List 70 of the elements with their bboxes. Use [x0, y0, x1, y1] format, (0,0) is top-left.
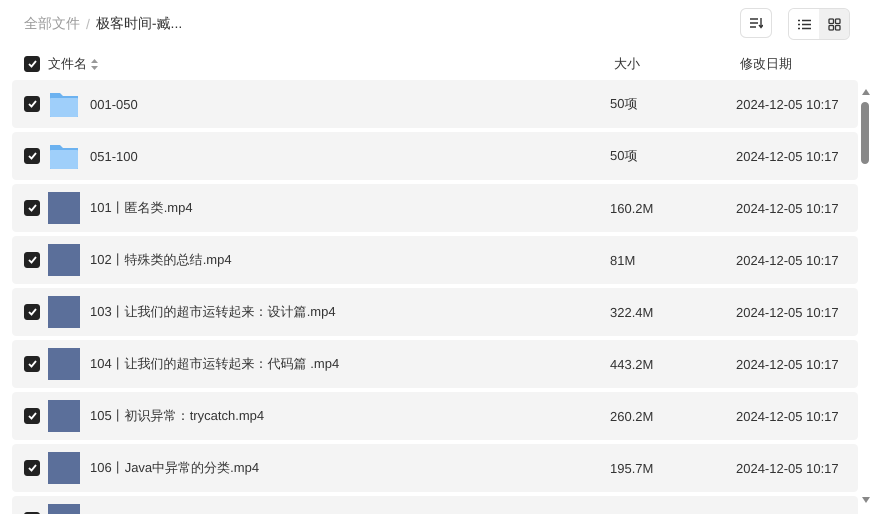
row-checkbox[interactable] — [24, 252, 40, 268]
row-checkbox[interactable] — [24, 356, 40, 372]
file-size: 50项 — [610, 95, 638, 113]
column-header[interactable]: 大小 — [614, 55, 740, 73]
select-all-checkbox[interactable] — [24, 56, 40, 72]
row-checkbox[interactable] — [24, 200, 40, 216]
modified-date: 2024-12-05 10:17 — [736, 96, 839, 112]
photo-placeholder — [48, 348, 80, 380]
photo-placeholder — [48, 192, 80, 224]
sort-lines-icon — [749, 17, 763, 29]
grid-icon — [828, 18, 840, 30]
row-checkbox[interactable] — [24, 460, 40, 476]
checkmark-icon — [28, 360, 36, 368]
file-row[interactable]: 051-100 50项 2024-12-05 10:17 — [12, 132, 858, 180]
file-name: 102丨特殊类的总结.mp4 — [90, 251, 233, 269]
modified-date: 2024-12-05 10:17 — [736, 460, 839, 476]
scroll-up-icon[interactable] — [861, 88, 871, 96]
checkmark-icon — [28, 412, 36, 420]
modified-date: 2024-12-05 10:17 — [736, 408, 839, 424]
grid-view-button[interactable] — [819, 9, 849, 39]
row-checkbox[interactable] — [24, 304, 40, 320]
file-row[interactable]: 106丨Java中异常的分类.mp4 195.7M 2024-12-05 10:17 — [12, 444, 858, 492]
photo-placeholder — [48, 452, 80, 484]
column-header[interactable]: 修改日期 — [740, 55, 792, 73]
file-row[interactable]: 101丨匿名类.mp4 160.2M 2024-12-05 10:17 — [12, 184, 858, 232]
column-header[interactable]: 文件名 — [48, 55, 87, 73]
file-size: 81M — [610, 252, 636, 268]
row-checkbox[interactable] — [24, 96, 40, 112]
file-name: 106丨Java中异常的分类.mp4 — [90, 459, 260, 477]
breadcrumb-separator: / — [86, 16, 90, 32]
file-size: 443.2M — [610, 356, 654, 372]
file-size: 322.4M — [610, 304, 654, 320]
scrollbar-thumb[interactable] — [861, 102, 869, 164]
file-row[interactable]: 105丨初识异常：trycatch.mp4 260.2M 2024-12-05 10:17 — [12, 392, 858, 440]
photo-placeholder — [48, 244, 80, 276]
checkmark-icon — [28, 204, 36, 212]
photo-placeholder — [48, 400, 80, 432]
scroll-down-icon[interactable] — [861, 496, 871, 504]
list-icon — [798, 18, 810, 30]
checkmark-icon — [28, 308, 36, 316]
modified-date: 2024-12-05 10:17 — [736, 356, 839, 372]
photo-placeholder — [48, 296, 80, 328]
file-row[interactable]: 001-050 50项 2024-12-05 10:17 — [12, 80, 858, 128]
file-size: 195.7M — [610, 460, 654, 476]
breadcrumb-item[interactable]: 极客时间-臧... — [96, 15, 182, 33]
file-name: 001-050 — [90, 96, 139, 112]
row-checkbox[interactable] — [24, 148, 40, 164]
checkmark-icon — [28, 100, 36, 108]
modified-date: 2024-12-05 10:17 — [736, 252, 839, 268]
modified-date: 2024-12-05 10:17 — [736, 304, 839, 320]
file-size: 160.2M — [610, 200, 654, 216]
file-name: 103丨让我们的超市运转起来：设计篇.mp4 — [90, 303, 337, 321]
sort-button[interactable] — [740, 8, 772, 38]
checkmark-icon — [28, 464, 36, 472]
checkmark-icon — [28, 256, 36, 264]
file-name: 105丨初识异常：trycatch.mp4 — [90, 407, 266, 425]
modified-date: 2024-12-05 10:17 — [736, 148, 839, 164]
sort-icon[interactable] — [91, 58, 98, 70]
file-name: 051-100 — [90, 148, 139, 164]
row-checkbox[interactable] — [24, 408, 40, 424]
file-size: 50项 — [610, 147, 638, 165]
file-row[interactable]: 102丨特殊类的总结.mp4 81M 2024-12-05 10:17 — [12, 236, 858, 284]
checkmark-icon — [28, 60, 36, 68]
file-name: 104丨让我们的超市运转起来：代码篇 .mp4 — [90, 355, 340, 373]
file-name: 101丨匿名类.mp4 — [90, 199, 194, 217]
file-size: 260.2M — [610, 408, 654, 424]
checkmark-icon — [28, 152, 36, 160]
modified-date: 2024-12-05 10:17 — [736, 200, 839, 216]
file-row[interactable]: 104丨让我们的超市运转起来：代码篇 .mp4 443.2M 2024-12-05 10:17 — [12, 340, 858, 388]
file-row[interactable]: 103丨让我们的超市运转起来：设计篇.mp4 322.4M 2024-12-05 10:17 — [12, 288, 858, 336]
